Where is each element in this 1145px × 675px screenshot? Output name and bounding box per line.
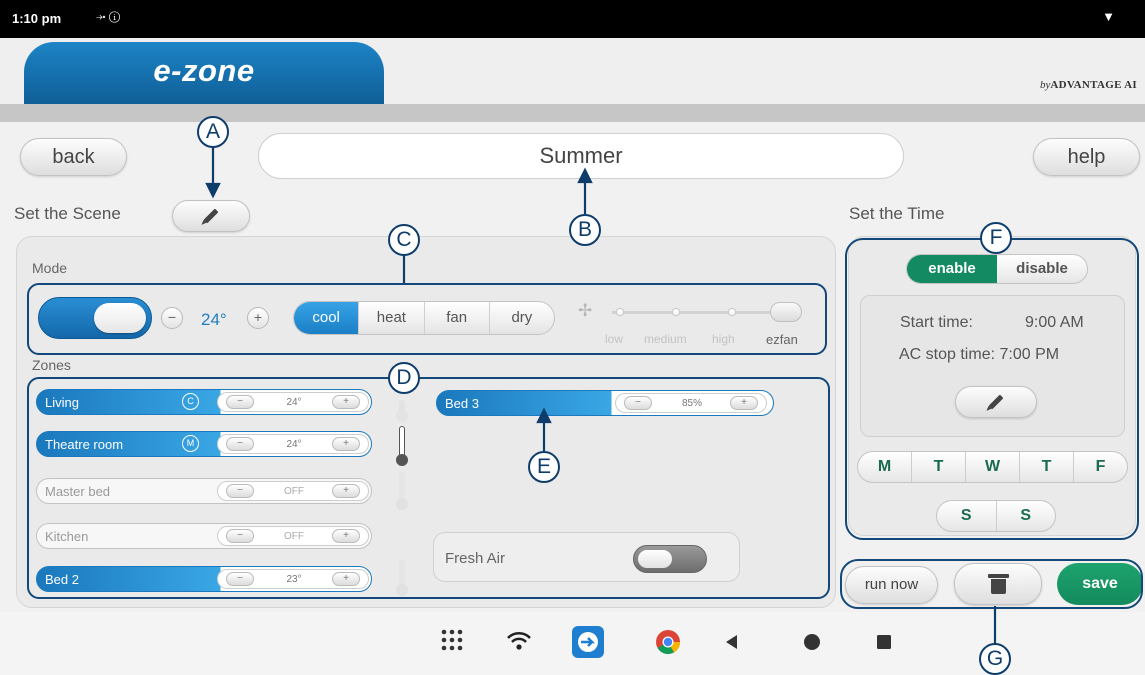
callout-c: C [388,224,420,256]
callout-g: G [979,643,1011,675]
callout-f: F [980,222,1012,254]
callout-b: B [569,214,601,246]
callout-arrows [205,147,997,651]
callout-a: A [197,116,229,148]
callout-e: E [528,451,560,483]
callout-d: D [388,362,420,394]
